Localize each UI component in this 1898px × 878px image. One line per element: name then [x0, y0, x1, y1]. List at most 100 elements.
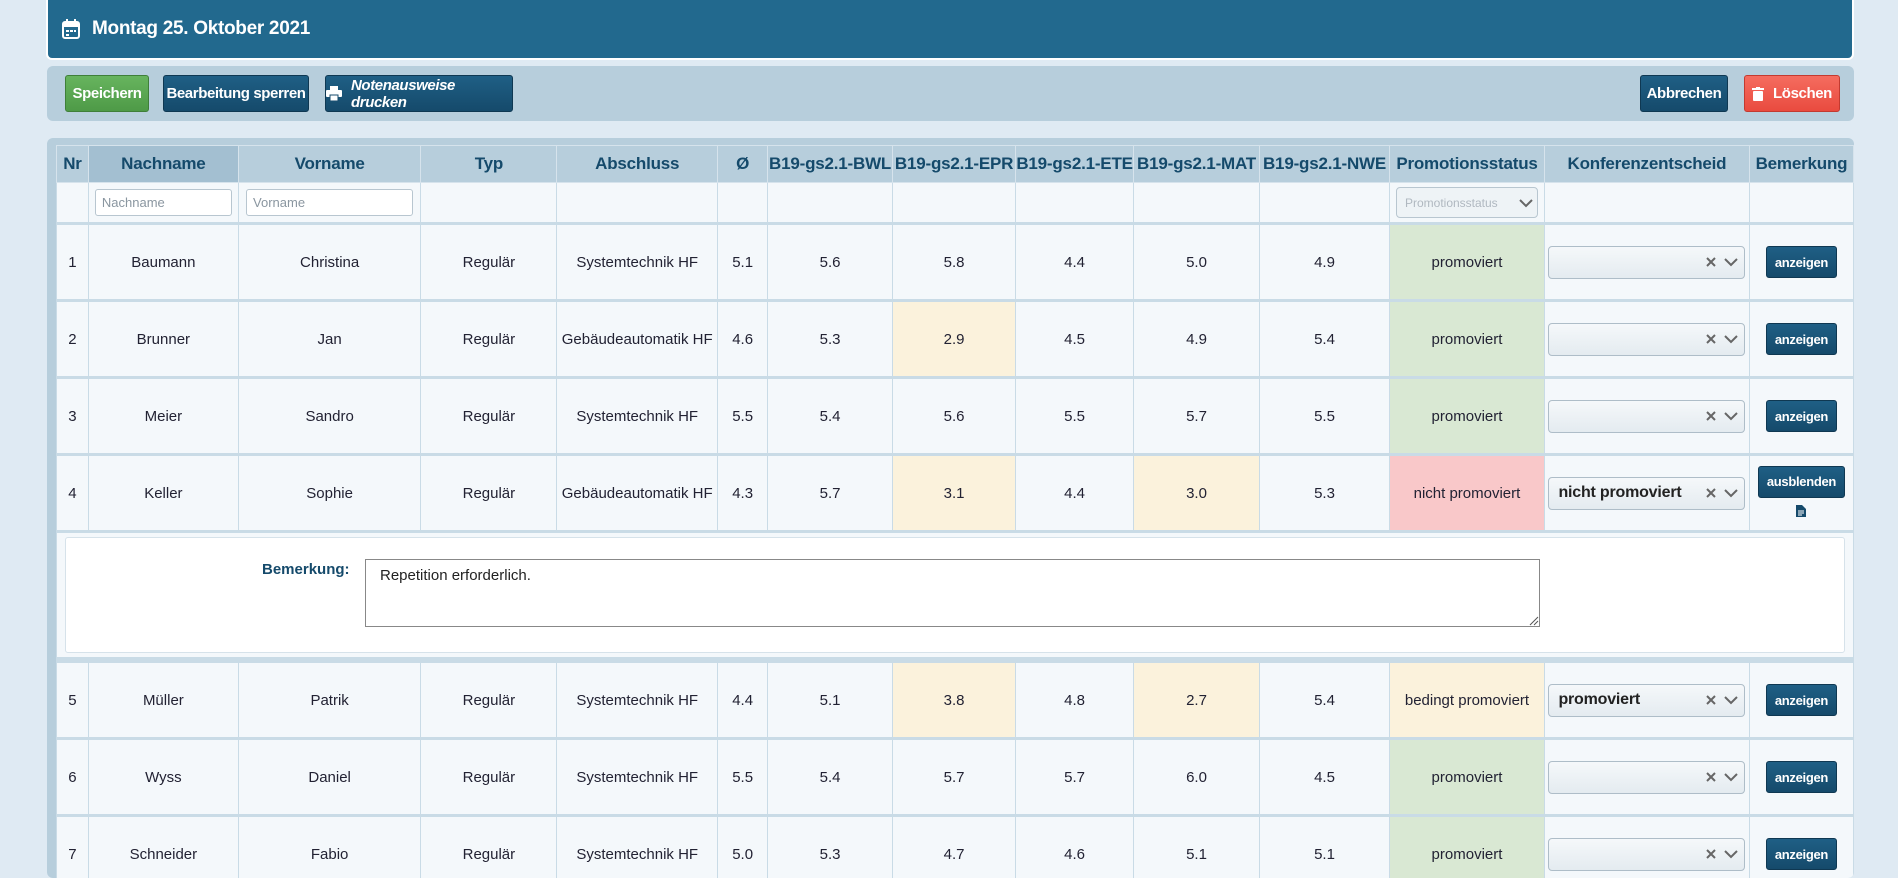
cell-bwl: 5.7: [768, 455, 893, 532]
cell-nr: 4: [57, 455, 89, 532]
table-row: 3MeierSandroRegulärSystemtechnik HF5.55.…: [57, 378, 1854, 455]
resize-handle-icon[interactable]: [1529, 616, 1539, 626]
clear-icon[interactable]: [1706, 257, 1716, 267]
clear-icon[interactable]: [1706, 488, 1716, 498]
cell-bwl: 5.3: [768, 301, 893, 378]
col-vorname[interactable]: Vorname: [238, 146, 421, 183]
cell-abschluss: Systemtechnik HF: [557, 224, 718, 301]
cell-ete: 4.5: [1016, 301, 1134, 378]
col-abschluss[interactable]: Abschluss: [557, 146, 718, 183]
cell-status: promoviert: [1390, 301, 1545, 378]
cell-bemerkung: anzeigen: [1749, 816, 1853, 878]
filter-cell: [718, 183, 768, 224]
col-ete[interactable]: B19-gs2.1-ETE: [1016, 146, 1134, 183]
col-nr[interactable]: Nr: [57, 146, 89, 183]
col-typ[interactable]: Typ: [421, 146, 557, 183]
konferenzentscheid-select[interactable]: [1548, 400, 1745, 433]
show-remark-button[interactable]: anzeigen: [1766, 761, 1837, 793]
remark-group: Bemerkung: Repetition erforderlich.: [57, 532, 1854, 661]
konferenzentscheid-select[interactable]: promoviert: [1548, 684, 1745, 717]
chevron-down-icon[interactable]: [1724, 772, 1738, 782]
chevron-down-icon[interactable]: [1724, 411, 1738, 421]
show-remark-button[interactable]: anzeigen: [1766, 323, 1837, 355]
filter-cell: [57, 183, 89, 224]
cell-mat: 6.0: [1134, 739, 1260, 816]
col-average[interactable]: Ø: [718, 146, 768, 183]
col-bemerkung[interactable]: Bemerkung: [1749, 146, 1853, 183]
chevron-down-icon[interactable]: [1724, 849, 1738, 859]
printer-icon: [326, 86, 342, 101]
cell-nr: 2: [57, 301, 89, 378]
col-nwe[interactable]: B19-gs2.1-NWE: [1260, 146, 1390, 183]
select-controls: [1706, 334, 1744, 344]
show-remark-button[interactable]: anzeigen: [1766, 684, 1837, 716]
select-controls: [1706, 772, 1744, 782]
chevron-down-icon[interactable]: [1724, 488, 1738, 498]
remark-row: Bemerkung: Repetition erforderlich.: [57, 532, 1854, 661]
cell-avg: 5.5: [718, 378, 768, 455]
page-header: Montag 25. Oktober 2021: [46, 0, 1854, 60]
cell-nwe: 5.1: [1260, 816, 1390, 878]
cell-vorname: Daniel: [238, 739, 421, 816]
clear-icon[interactable]: [1706, 411, 1716, 421]
cell-epr: 5.6: [893, 378, 1016, 455]
nachname-filter-input[interactable]: Nachname: [95, 189, 232, 216]
col-nachname[interactable]: Nachname: [88, 146, 238, 183]
grades-table: Nr Nachname Vorname Typ Abschluss Ø B19-…: [56, 145, 1854, 878]
clear-icon[interactable]: [1706, 334, 1716, 344]
konferenzentscheid-select[interactable]: [1548, 761, 1745, 794]
cell-status: bedingt promoviert: [1390, 660, 1545, 739]
col-epr[interactable]: B19-gs2.1-EPR: [893, 146, 1016, 183]
cell-abschluss: Systemtechnik HF: [557, 378, 718, 455]
konferenzentscheid-select[interactable]: nicht promoviert: [1548, 477, 1745, 510]
chevron-down-icon: [1515, 197, 1537, 209]
toolbar: Speichern Bearbeitung sperren Notenauswe…: [47, 66, 1854, 121]
col-promotionsstatus[interactable]: Promotionsstatus: [1390, 146, 1545, 183]
vorname-filter-input[interactable]: Vorname: [246, 189, 413, 216]
cell-status: promoviert: [1390, 816, 1545, 878]
konferenzentscheid-select[interactable]: [1548, 323, 1745, 356]
table-row: 5MüllerPatrikRegulärSystemtechnik HF4.45…: [57, 660, 1854, 739]
delete-button[interactable]: Löschen: [1744, 75, 1840, 112]
cell-abschluss: Gebäudeautomatik HF: [557, 455, 718, 532]
chevron-down-icon[interactable]: [1724, 257, 1738, 267]
cell-nwe: 5.4: [1260, 660, 1390, 739]
clear-icon[interactable]: [1706, 849, 1716, 859]
table-row: 6WyssDanielRegulärSystemtechnik HF5.55.4…: [57, 739, 1854, 816]
cell-ete: 4.6: [1016, 816, 1134, 878]
cell-abschluss: Systemtechnik HF: [557, 816, 718, 878]
konferenzentscheid-select[interactable]: [1548, 246, 1745, 279]
cell-abschluss: Systemtechnik HF: [557, 739, 718, 816]
remark-textarea[interactable]: Repetition erforderlich.: [365, 559, 1540, 627]
cell-bemerkung: anzeigen: [1749, 301, 1853, 378]
filter-cell: [1134, 183, 1260, 224]
filter-row: Nachname Vorname Promotionsstatus: [57, 183, 1854, 224]
cell-vorname: Sandro: [238, 378, 421, 455]
status-filter-select[interactable]: Promotionsstatus: [1396, 187, 1538, 218]
chevron-down-icon[interactable]: [1724, 695, 1738, 705]
filter-cell: Vorname: [238, 183, 421, 224]
konferenzentscheid-value: promoviert: [1558, 691, 1640, 709]
save-label: Speichern: [73, 85, 142, 102]
show-remark-button[interactable]: anzeigen: [1766, 838, 1837, 870]
hide-remark-button[interactable]: ausblenden: [1758, 466, 1845, 498]
col-bwl[interactable]: B19-gs2.1-BWL: [768, 146, 893, 183]
cell-vorname: Christina: [238, 224, 421, 301]
show-remark-button[interactable]: anzeigen: [1766, 246, 1837, 278]
clear-icon[interactable]: [1706, 695, 1716, 705]
save-button[interactable]: Speichern: [65, 75, 149, 112]
clear-icon[interactable]: [1706, 772, 1716, 782]
grades-table-panel: Nr Nachname Vorname Typ Abschluss Ø B19-…: [47, 138, 1854, 878]
chevron-down-icon[interactable]: [1724, 334, 1738, 344]
document-icon[interactable]: [1750, 504, 1853, 521]
col-mat[interactable]: B19-gs2.1-MAT: [1134, 146, 1260, 183]
cancel-button[interactable]: Abbrechen: [1640, 75, 1728, 112]
remark-label: Bemerkung:: [262, 561, 350, 578]
print-reports-button[interactable]: Notenausweise drucken: [325, 75, 513, 112]
rows-group-a: 1BaumannChristinaRegulärSystemtechnik HF…: [57, 224, 1854, 532]
cell-bwl: 5.6: [768, 224, 893, 301]
cell-epr: 4.7: [893, 816, 1016, 878]
show-remark-button[interactable]: anzeigen: [1766, 400, 1837, 432]
col-konferenzentscheid[interactable]: Konferenzentscheid: [1544, 146, 1749, 183]
lock-editing-button[interactable]: Bearbeitung sperren: [163, 75, 309, 112]
